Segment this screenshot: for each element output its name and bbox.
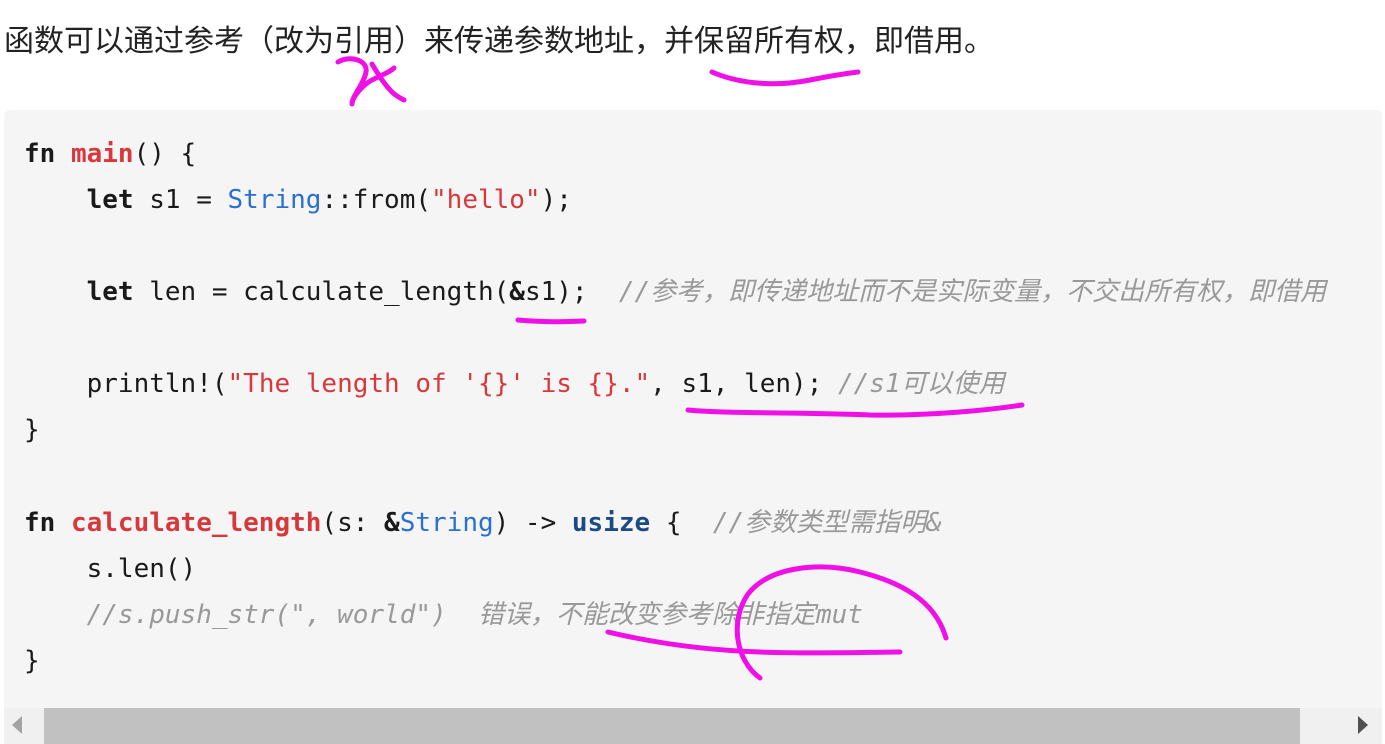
return-type: usize [571,508,651,538]
code-comment: //参考，即传递地址而不是实际变量，不交出所有权，即借用 [618,277,1327,307]
code-comment: //s1可以使用 [838,369,1005,399]
page: 函数可以通过参考（改为引用）来传递参数地址，并保留所有权，即借用。 fn mai… [0,0,1385,744]
code-line-1: fn main() { [24,139,197,169]
function-name: main [70,139,134,169]
type-name: String [399,508,494,538]
code-line-5: } [24,415,40,445]
reference-operator: & [384,508,400,538]
keyword: fn [24,508,56,538]
triangle-right-icon[interactable] [1358,716,1368,734]
handwritten-ampersand-mark [335,56,407,107]
keyword: let [86,277,134,307]
code-line-6: fn calculate_length(s: &String) -> usize… [24,508,942,538]
function-name: calculate_length [70,508,322,538]
underline-ownership [709,69,861,87]
code-comment: //s.push_str(", world") 错误，不能改变参考除非指定mut [86,600,863,630]
code-line-3: let len = calculate_length(&s1); //参考，即传… [86,277,1327,307]
keyword: let [86,185,134,215]
code-line-8: //s.push_str(", world") 错误，不能改变参考除非指定mut [24,595,863,635]
scrollbar-thumb[interactable] [44,708,1300,744]
code-line-4: println!("The length of '{}' is {}.", s1… [86,369,1005,399]
code-line-7: s.len() [86,554,197,584]
intro-paragraph: 函数可以通过参考（改为引用）来传递参数地址，并保留所有权，即借用。 [4,24,994,59]
code-block: fn main() { let s1 = String::from("hello… [4,110,1382,710]
keyword: fn [24,139,56,169]
type-name: String [227,185,322,215]
reference-operator: & [509,277,525,307]
code-line-2: let s1 = String::from("hello"); [86,185,572,215]
code-line-9: } [24,646,40,676]
string-literal: "hello" [431,185,541,215]
horizontal-scrollbar[interactable] [4,708,1382,744]
triangle-left-icon[interactable] [12,716,22,734]
string-literal: "The length of '{}' is {}." [227,369,651,399]
code-comment: //参数类型需指明& [712,508,942,538]
